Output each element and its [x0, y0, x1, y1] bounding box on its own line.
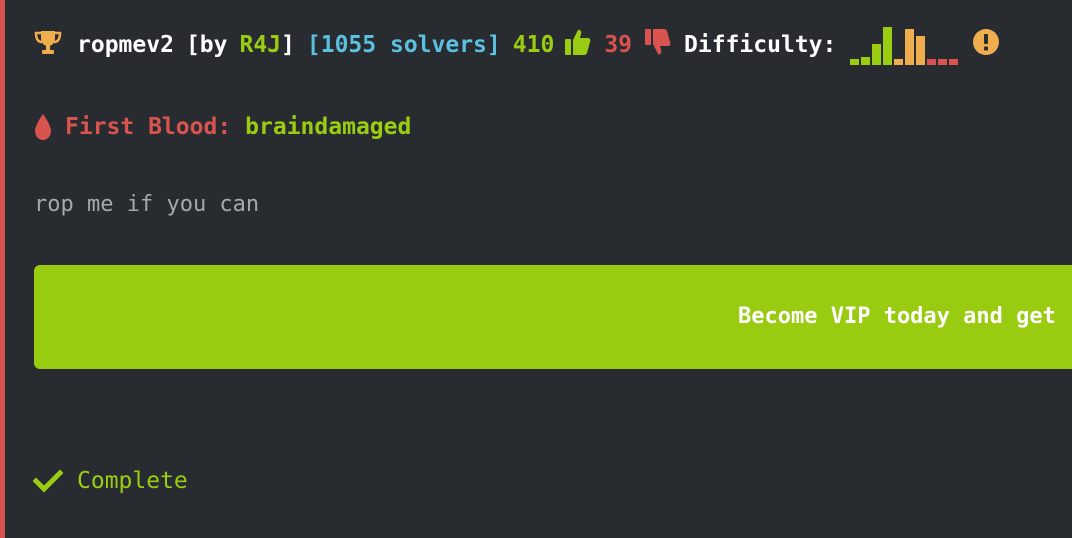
author-suffix: ]	[281, 32, 295, 58]
first-blood-label: First Blood:	[65, 114, 232, 140]
difficulty-bar-7	[916, 36, 926, 65]
likes-count: 410	[512, 32, 555, 58]
difficulty-bar-3	[872, 44, 882, 65]
difficulty-bar-5	[894, 59, 904, 65]
thumbs-down-icon[interactable]	[644, 27, 672, 63]
difficulty-bar-6	[905, 29, 915, 65]
dislikes-count: 39	[604, 32, 633, 58]
check-icon	[33, 469, 63, 493]
author-prefix: [by	[185, 32, 228, 58]
difficulty-bar-8	[927, 59, 937, 65]
first-blood-user[interactable]: braindamaged	[245, 114, 411, 140]
challenge-name[interactable]: ropmev2	[77, 32, 174, 58]
difficulty-label: Difficulty:	[684, 32, 837, 58]
difficulty-chart	[850, 25, 959, 65]
completion-status: Complete	[33, 464, 188, 498]
trophy-icon	[33, 28, 63, 62]
vip-banner[interactable]: Become VIP today and get	[34, 265, 1072, 369]
difficulty-bar-4	[883, 27, 893, 65]
left-accent-bar	[0, 0, 5, 538]
blood-drop-icon	[33, 113, 53, 141]
challenge-header: ropmev2 [by R4J ] [1055 solvers] 410 39 …	[33, 25, 1000, 65]
solvers-count[interactable]: [1055 solvers]	[307, 32, 501, 58]
complete-label: Complete	[77, 468, 188, 494]
vip-banner-text: Become VIP today and get	[738, 304, 1056, 329]
author-link[interactable]: R4J	[239, 32, 281, 58]
challenge-description: rop me if you can	[34, 192, 260, 217]
first-blood: First Blood: braindamaged	[33, 108, 411, 146]
exclamation-circle-icon[interactable]	[972, 28, 1000, 62]
difficulty-bar-2	[861, 57, 871, 65]
difficulty-bar-1	[850, 59, 860, 65]
difficulty-bar-9	[938, 59, 948, 65]
thumbs-up-icon[interactable]	[564, 27, 592, 63]
difficulty-bar-10	[949, 59, 959, 65]
